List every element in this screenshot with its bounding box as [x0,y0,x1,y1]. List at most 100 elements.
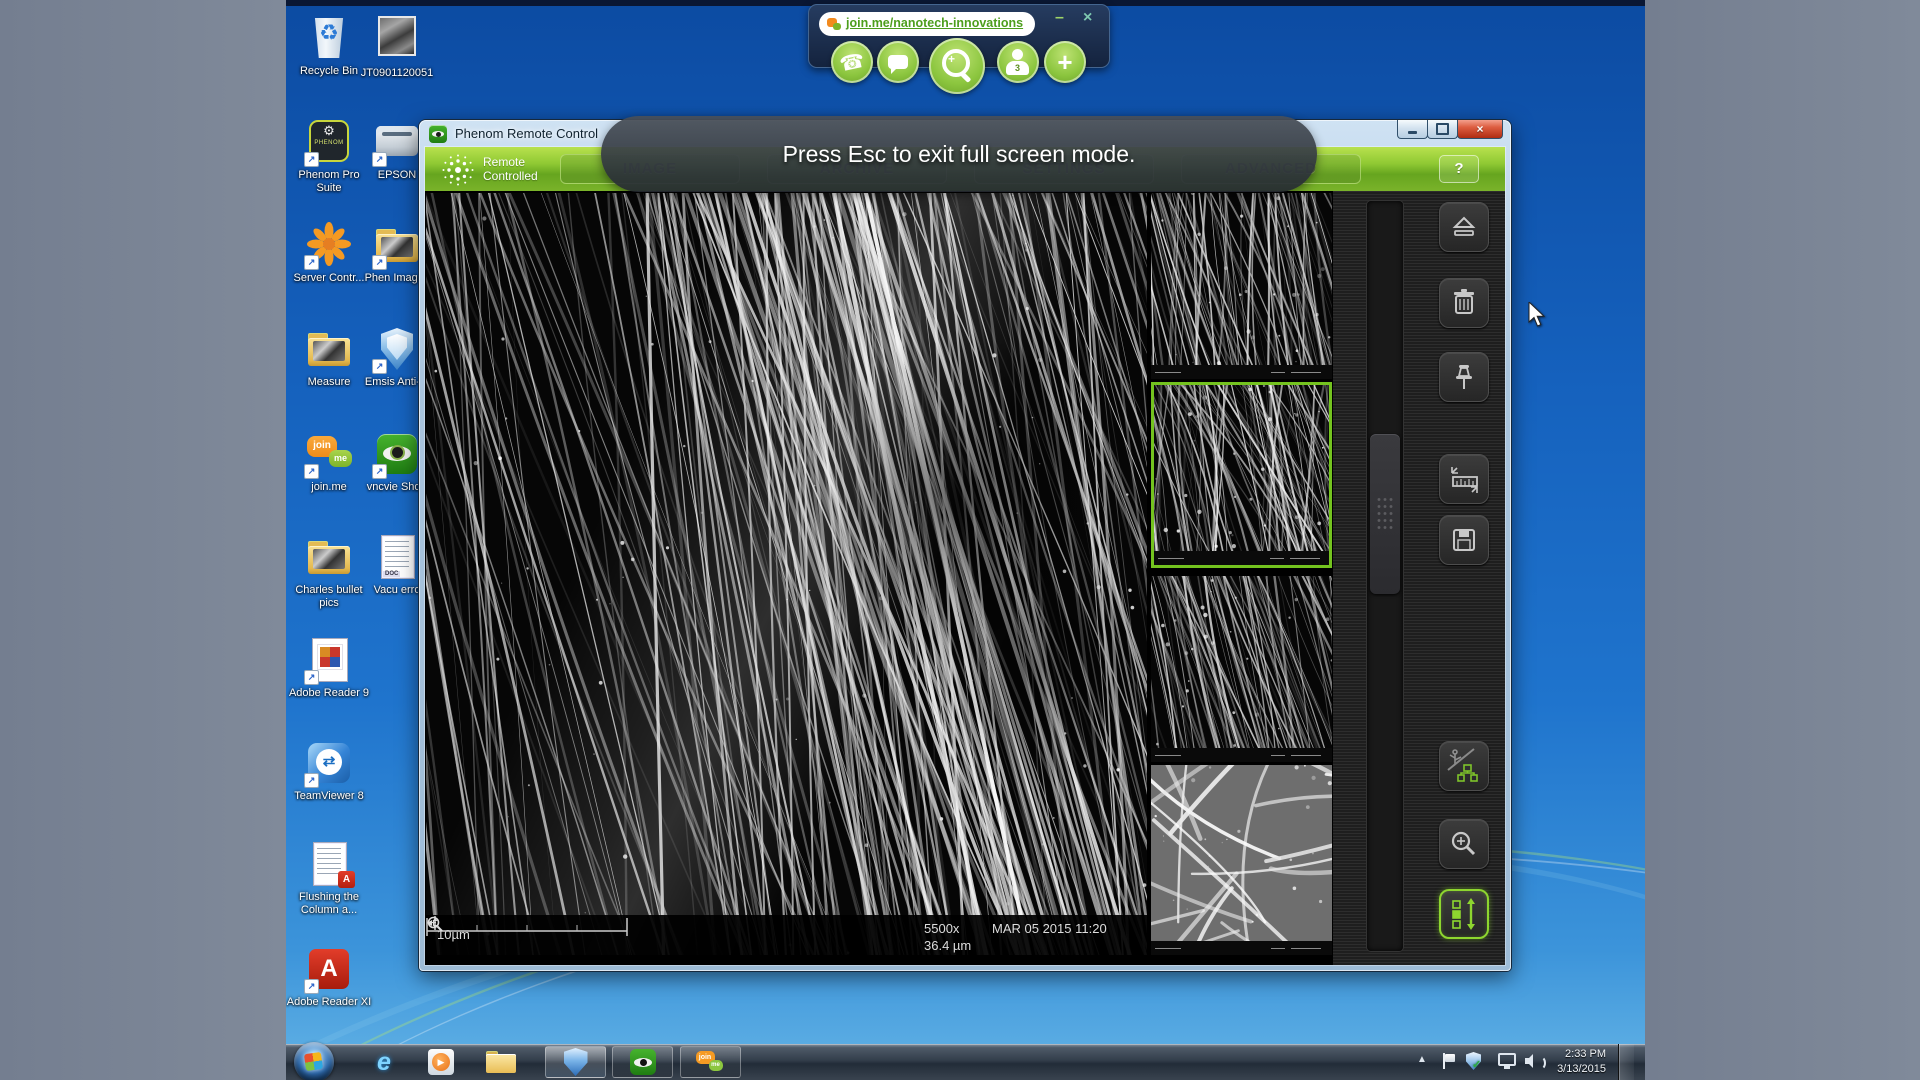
thumbnail-strip [1151,193,1332,955]
phenom-suite-icon: ⚙PHENOM ↗ [305,118,353,166]
taskbar-internet-explorer[interactable]: e [364,1046,404,1078]
desktop-icon-jt0901120051[interactable]: JT0901120051 [354,14,440,80]
participants-count-badge: 3 [1006,61,1029,75]
shortcut-arrow-icon: ↗ [304,670,319,685]
image-status-bar: 10µm [426,915,1147,955]
shortcut-arrow-icon: ↗ [304,464,319,479]
phenom-app-frame: Remote Controlled IMAGE ARCHIVE SETTINGS… [425,147,1505,965]
action-center-flag-icon[interactable] [1443,1053,1455,1069]
window-title: Phenom Remote Control [455,126,598,141]
taskbar-explorer[interactable] [481,1046,521,1078]
thumbnail-info-strip [1154,551,1329,565]
thumbnail-scrollbar[interactable] [1367,201,1403,951]
taskbar-phenom-open[interactable] [612,1046,673,1078]
zoom-in-button[interactable] [1439,819,1489,869]
pdf-document-icon: A [305,840,353,888]
start-button[interactable] [294,1042,334,1080]
network-icon[interactable] [1498,1053,1516,1066]
folder-icon [305,533,353,581]
shortcut-arrow-icon: ↗ [304,255,319,270]
folder-icon: ↗ [373,221,421,269]
participants-icon: 3 [997,41,1039,83]
internet-explorer-icon: e [377,1048,391,1077]
shortcut-arrow-icon: ↗ [304,152,319,167]
thumbnail-1[interactable] [1151,193,1332,379]
eject-button[interactable] [1439,202,1489,252]
joinme-phone-button[interactable]: ☎ [831,41,873,83]
shield-icon [564,1048,588,1076]
media-player-icon: ▶ [428,1049,454,1075]
desktop-icon-flushing-the-column[interactable]: A Flushing the Column a... [286,840,372,917]
tray-chevron-icon[interactable]: ▲ [1417,1054,1427,1065]
show-desktop-button[interactable] [1618,1044,1634,1080]
phenom-app-icon [429,125,447,143]
volume-icon[interactable] [1525,1054,1533,1068]
server-control-icon: ↗ [305,221,353,269]
windows-flag-icon [304,1052,323,1071]
joinme-chat-button[interactable] [877,41,919,83]
taskbar-emsisoft-open[interactable] [545,1046,606,1078]
plus-icon: + [1044,41,1086,83]
maximize-button[interactable] [1427,120,1458,139]
save-button[interactable] [1439,515,1489,565]
security-check-icon: ✓ [1472,1058,1481,1071]
status-badge: Remote Controlled [483,155,565,184]
thumbnail-4[interactable] [1151,765,1332,955]
thumbnail-2-selected[interactable] [1151,382,1332,568]
taskbar-joinme-open[interactable]: joinme [680,1046,741,1078]
recycle-bin-icon: ♻ [305,14,353,62]
phenom-viewport: 10µm [425,191,1505,965]
eye-icon [630,1049,656,1075]
pdf-badge-icon: A [338,871,355,888]
joinme-logo-icon [833,23,841,30]
taskbar-media-player[interactable]: ▶ [421,1046,461,1078]
scale-bar [426,915,628,937]
scrollbar-handle[interactable] [1370,434,1400,594]
screen: ♻ Recycle Bin JT0901120051 ⚙PHENOM ↗ Phe… [0,0,1920,1080]
joinme-icon: joinme ↗ [305,430,353,478]
joinme-minimize-icon[interactable]: – [1055,9,1064,27]
thumbnail-info-strip [1151,365,1332,379]
remote-desktop: ♻ Recycle Bin JT0901120051 ⚙PHENOM ↗ Phe… [286,0,1645,1080]
shortcut-arrow-icon: ↗ [372,152,387,167]
sort-order-button[interactable] [1439,889,1489,939]
delete-button[interactable] [1439,278,1489,328]
shortcut-arrow-icon: ↗ [304,979,319,994]
desktop-icon-adobe-reader-9[interactable]: ↗ Adobe Reader 9 [286,636,372,700]
scanner-icon: ↗ [373,118,421,166]
field-width-icon [426,915,444,931]
fullscreen-notification: Press Esc to exit full screen mode. [601,116,1317,192]
desktop-icon-teamviewer-8[interactable]: ⇄ ↗ TeamViewer 8 [286,739,372,803]
joinme-add-button[interactable]: + [1044,41,1086,83]
close-button[interactable]: × [1457,120,1503,139]
taskbar-clock[interactable]: 2:33 PM 3/13/2015 [1538,1047,1606,1077]
thumbnail-3[interactable] [1151,576,1332,762]
pin-button[interactable] [1439,352,1489,402]
joinme-presentation-zoom-button[interactable]: + [929,38,985,94]
joinme-close-icon[interactable]: × [1083,9,1092,27]
joinme-participants-button[interactable]: 3 [997,41,1039,83]
joinme-session-url[interactable]: join.me/nanotech-innovations [819,12,1035,36]
minimize-button[interactable] [1397,120,1428,139]
adobe-reader-xi-icon: A ↗ [305,945,353,993]
desktop-icon-adobe-reader-xi[interactable]: A ↗ Adobe Reader XI [286,945,372,1009]
sem-image[interactable]: 10µm [426,193,1147,955]
thumbnail-info-strip [1151,748,1332,762]
phenom-logo-icon [441,153,475,187]
network-transfer-button[interactable] [1439,741,1489,791]
field-width-value: 36.4 µm [924,938,971,953]
teamviewer-icon: ⇄ ↗ [305,739,353,787]
clock-date: 3/13/2015 [1538,1062,1606,1077]
capture-timestamp: MAR 05 2015 11:20 [992,921,1107,936]
shortcut-arrow-icon: ↗ [304,773,319,788]
letterbox-left [0,0,286,1080]
phone-icon: ☎ [827,37,877,87]
side-panel [1333,191,1505,965]
help-button[interactable]: ? [1439,155,1479,183]
measure-button[interactable] [1439,454,1489,504]
folder-icon [486,1051,516,1073]
taskbar: e ▶ joinme ▲ ✓ 2:33 PM 3/13/2015 [286,1044,1645,1080]
document-icon: DOC [373,533,421,581]
shortcut-arrow-icon: ↗ [372,359,387,374]
magnifier-plus-icon: + [929,38,985,94]
